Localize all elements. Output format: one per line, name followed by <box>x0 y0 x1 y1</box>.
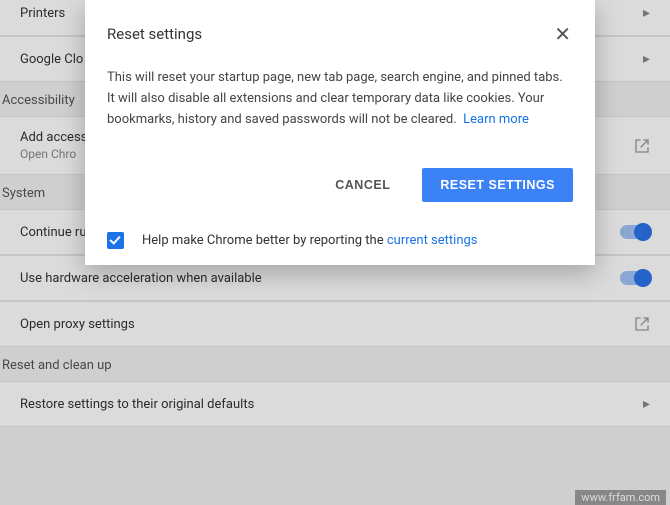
dialog-header: Reset settings ✕ <box>107 22 573 46</box>
watermark: www.frfam.com <box>575 490 666 505</box>
learn-more-link[interactable]: Learn more <box>463 112 529 127</box>
current-settings-link[interactable]: current settings <box>387 233 478 248</box>
reset-settings-button[interactable]: RESET SETTINGS <box>422 168 573 202</box>
footer-text: Help make Chrome better by reporting the… <box>142 233 478 248</box>
dialog-title: Reset settings <box>107 25 202 43</box>
cancel-button[interactable]: CANCEL <box>317 168 408 202</box>
footer-prefix: Help make Chrome better by reporting the <box>142 233 387 248</box>
dialog-body: This will reset your startup page, new t… <box>107 68 573 130</box>
reset-settings-dialog: Reset settings ✕ This will reset your st… <box>85 0 595 265</box>
report-checkbox[interactable] <box>107 232 124 249</box>
close-icon[interactable]: ✕ <box>552 22 573 46</box>
dialog-actions: CANCEL RESET SETTINGS <box>107 168 573 202</box>
dialog-footer: Help make Chrome better by reporting the… <box>107 232 573 249</box>
